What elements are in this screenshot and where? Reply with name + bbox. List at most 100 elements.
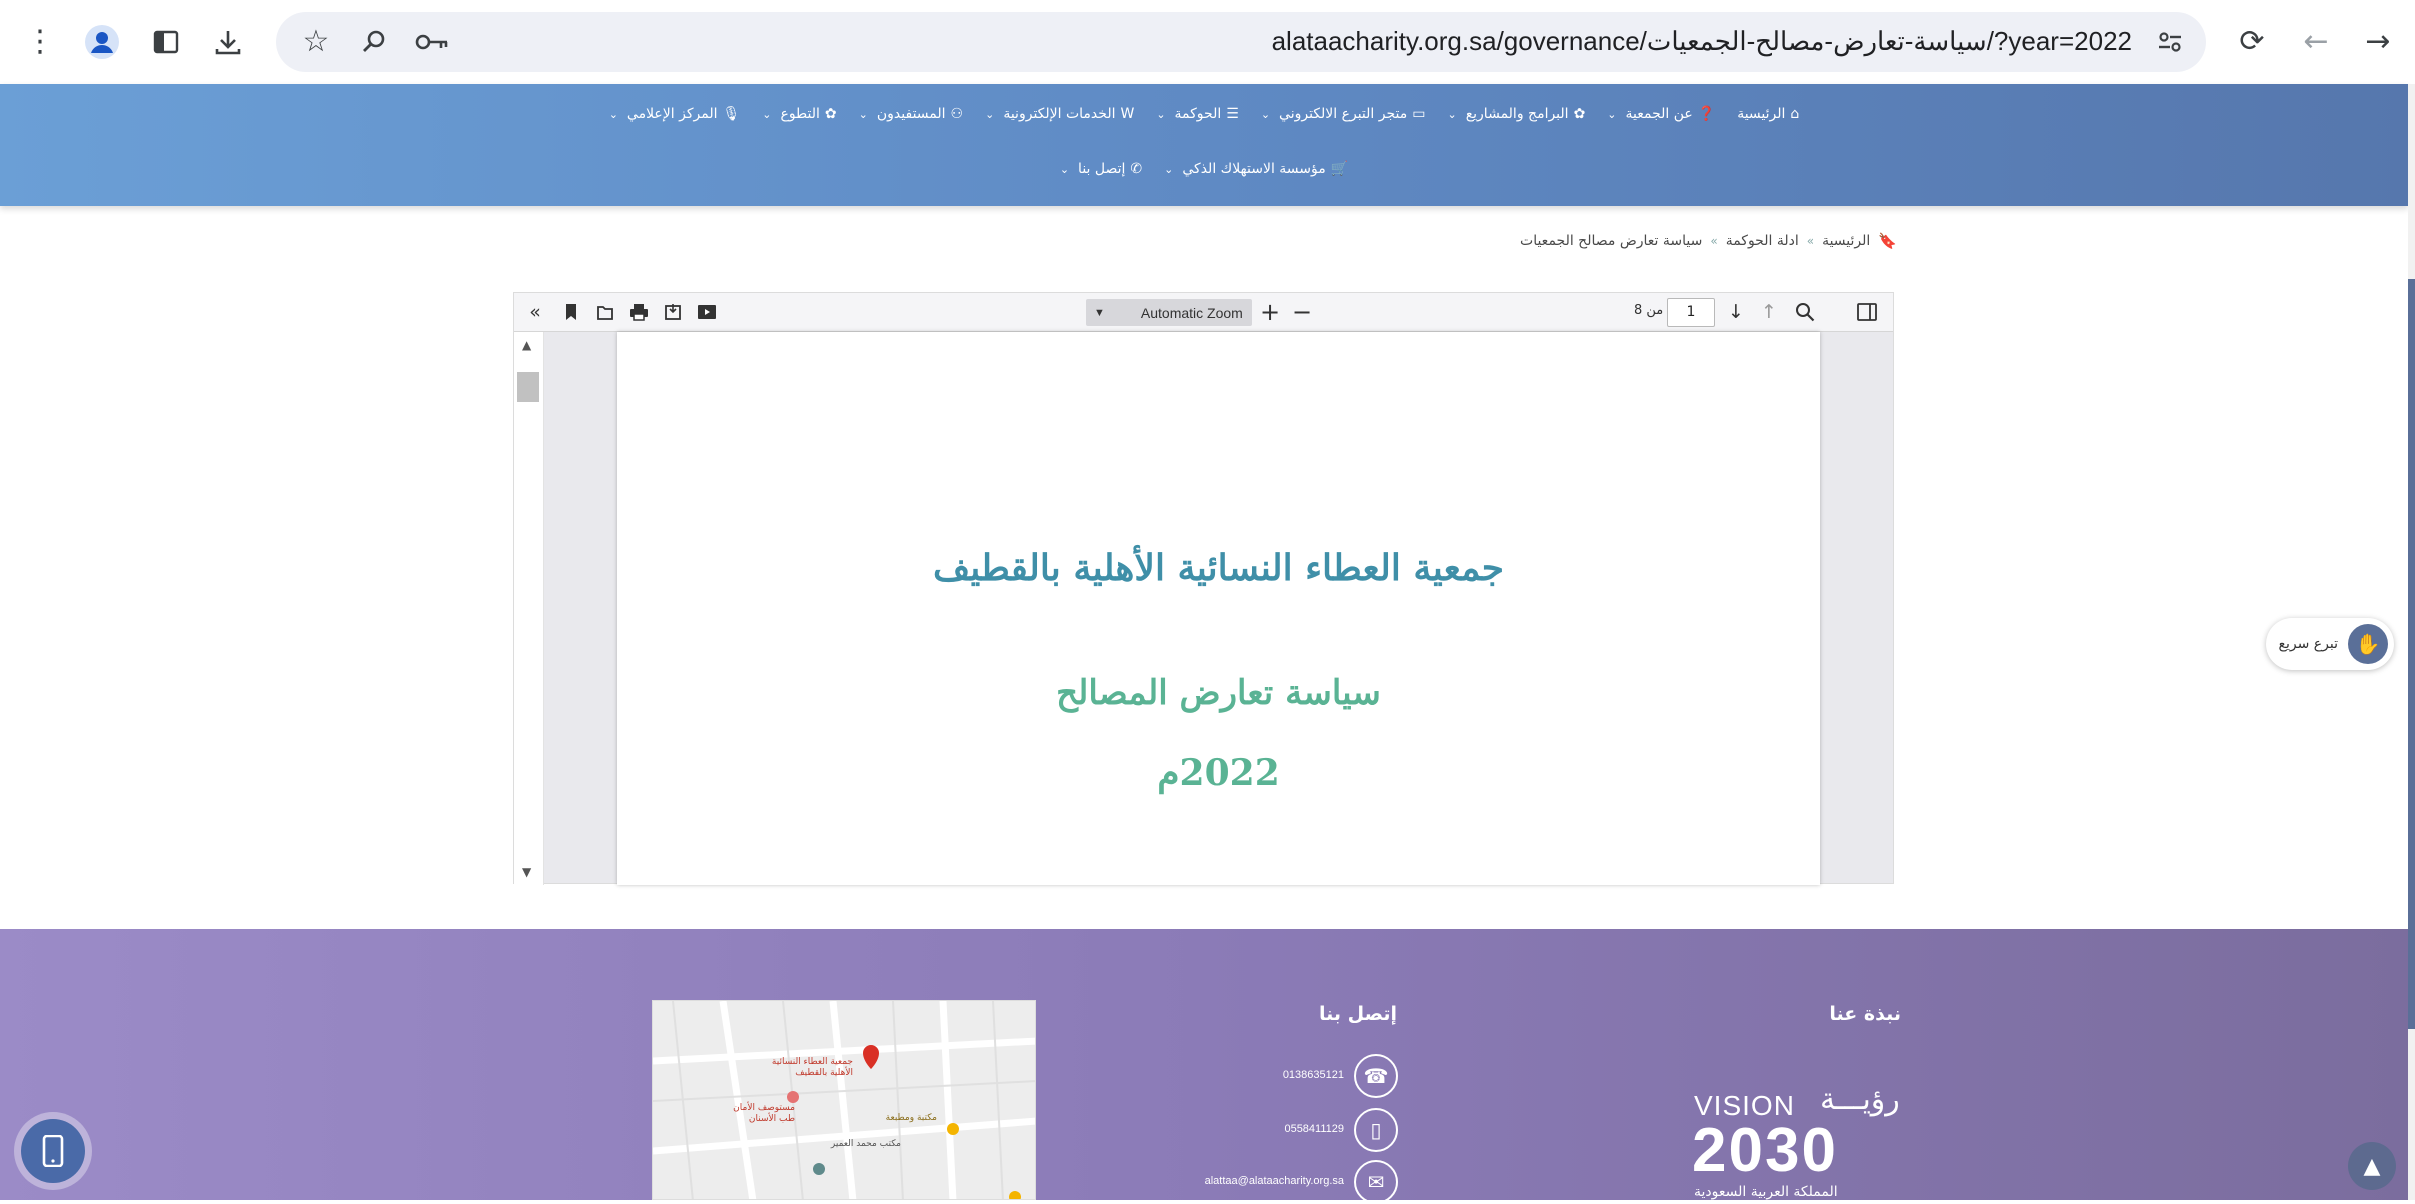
nav-item-label: البرامج والمشاريع [1465, 106, 1569, 122]
open-file-icon[interactable] [594, 299, 616, 325]
chevron-down-icon: ▼ [1094, 306, 1105, 319]
pdf-page: جمعية العطاء النسائية الأهلية بالقطيف سي… [617, 332, 1820, 885]
breadcrumb-current: سياسة تعارض مصالح الجمعيات [1520, 233, 1703, 249]
download-icon[interactable] [206, 20, 250, 64]
presentation-icon[interactable] [696, 299, 718, 325]
profile-icon[interactable] [80, 20, 124, 64]
page-scrollbar[interactable] [2408, 84, 2415, 1200]
phone-icon[interactable]: ☎ [1354, 1054, 1398, 1098]
reload-icon[interactable]: ⟳ [2230, 20, 2274, 64]
contact-value[interactable]: 0138635121 [1283, 1069, 1344, 1081]
footer-about-title: نبذة عنا [1829, 1003, 1901, 1025]
nav-item-label: المستفيدون [876, 106, 946, 122]
map-label: مكتب محمد العمير [830, 1139, 901, 1149]
nav-item-label: المركز الإعلامي [626, 106, 718, 122]
mic-icon: 🎙 [722, 106, 741, 122]
tools-expand-icon[interactable]: « [522, 299, 548, 325]
contact-value[interactable]: 0558411129 [1284, 1123, 1344, 1135]
map-graphic [653, 1001, 1035, 1199]
url-text[interactable]: alataacharity.org.sa/governance/سياسة-تع… [1272, 26, 2132, 57]
quick-donate-button[interactable]: ✋ تبرع سريع [2266, 618, 2394, 670]
sidebar-toggle-icon[interactable] [1854, 299, 1880, 325]
phone-icon: ✆ [1130, 161, 1143, 177]
nav-item-secondary-0[interactable]: 🛒 مؤسسة الاستهلاك الذكي ⌄ [1164, 161, 1348, 177]
breadcrumb-separator: » [1806, 234, 1815, 248]
contact-value[interactable]: alattaa@alataacharity.org.sa [1205, 1175, 1344, 1187]
breadcrumb-home[interactable]: الرئيسية [1822, 233, 1870, 249]
back-icon[interactable]: ← [2294, 20, 2338, 64]
nav-item-4[interactable]: ☰ الحوكمة ⌄ [1156, 106, 1238, 122]
map-label: مكتبة ومطبعة [885, 1113, 937, 1123]
vision-arabic: رؤيـــة [1820, 1082, 1900, 1117]
mobile-icon[interactable]: ▯ [1354, 1108, 1398, 1152]
home-icon: ⌂ [1790, 106, 1800, 122]
nav-item-7[interactable]: ✿ التطوع ⌄ [762, 106, 836, 122]
map-label: مستوصف الأمان طب الأسنان [733, 1103, 795, 1124]
scroll-top-button[interactable]: ▲ [2348, 1142, 2396, 1190]
location-map[interactable]: جمعية العطاء النسائية الأهلية بالقطيف مست… [652, 1000, 1036, 1200]
nav-item-0[interactable]: ⌂ الرئيسية [1737, 106, 1799, 122]
nav-item-2[interactable]: ✿ البرامج والمشاريع ⌄ [1447, 106, 1585, 122]
scrollbar-thumb[interactable] [517, 372, 539, 402]
pdf-toolbar: « ▼ Automatic Zoom + − من 8 1 ↓ ↑ [514, 293, 1893, 332]
doc-title: سياسة تعارض المصالح [1056, 673, 1381, 713]
password-key-icon[interactable] [410, 20, 454, 64]
map-label: جمعية العطاء النسائية الأهلية بالقطيف [771, 1057, 853, 1078]
donate-hand-icon: ✋ [2348, 624, 2388, 664]
chevron-down-icon: ⌄ [762, 107, 772, 121]
user-icon: ⚇ [950, 106, 964, 122]
chevron-down-icon: ⌄ [1059, 162, 1070, 176]
zoom-icon[interactable] [352, 20, 396, 64]
mobile-icon [21, 1119, 85, 1183]
more-vert-icon[interactable]: ⋮ [18, 20, 62, 64]
chevron-down-icon: ⌄ [858, 107, 868, 121]
save-icon[interactable] [662, 299, 684, 325]
chevron-down-icon: ⌄ [608, 107, 618, 121]
next-page-icon[interactable]: ↓ [1724, 299, 1748, 325]
bookmark-icon[interactable] [560, 299, 582, 325]
browser-toolbar: ⋮ ☆ alataacharity.org.sa/governance/سياس… [0, 0, 2415, 84]
forward-icon[interactable]: → [2356, 20, 2400, 64]
mail-icon[interactable]: ✉ [1354, 1160, 1398, 1204]
previous-page-icon[interactable]: ↑ [1757, 299, 1781, 325]
breadcrumb: 🔖 الرئيسية » ادلة الحوكمة » سياسة تعارض … [1520, 232, 1897, 250]
nav-row-main: ⌂ الرئيسية ❓ عن الجمعية ⌄ ✿ البرامج والمشاريع ⌄… [0, 106, 2408, 122]
chevron-down-icon: ⌄ [985, 107, 995, 121]
address-bar[interactable]: ☆ alataacharity.org.sa/governance/سياسة-… [276, 12, 2206, 72]
page-scrollbar-thumb[interactable] [2408, 279, 2415, 1029]
nav-item-3[interactable]: ▭ متجر التبرع الالكتروني ⌄ [1261, 106, 1426, 122]
vision-2030-logo: VISION رؤيـــة 2030 المملكة العربية السع… [1692, 1082, 1902, 1200]
list-icon: ☰ [1226, 106, 1239, 122]
pdf-scrollbar[interactable]: ▲ ▼ [514, 332, 544, 885]
site-settings-icon[interactable] [2148, 20, 2192, 64]
breadcrumb-separator: » [1710, 234, 1718, 248]
nav-item-label: الحوكمة [1174, 106, 1222, 122]
nav-item-6[interactable]: ⚇ المستفيدون ⌄ [859, 106, 963, 122]
side-panel-icon[interactable] [144, 20, 188, 64]
page-count: من 8 [1634, 303, 1664, 318]
nav-item-5[interactable]: W الخدمات الإلكترونية ⌄ [985, 106, 1134, 122]
chevron-down-icon: ⌄ [1447, 107, 1457, 121]
page-number-input[interactable]: 1 [1667, 298, 1715, 327]
zoom-out-icon[interactable]: − [1290, 298, 1314, 326]
card-icon: ▭ [1412, 106, 1426, 122]
print-icon[interactable] [628, 299, 650, 325]
zoom-in-icon[interactable]: + [1258, 298, 1282, 326]
mobile-app-button[interactable] [14, 1112, 92, 1190]
search-icon[interactable] [1792, 299, 1818, 325]
vision-caption: المملكة العربية السعودية [1694, 1184, 1838, 1200]
site-footer [0, 929, 2408, 1200]
quick-donate-label: تبرع سريع [2278, 636, 2338, 652]
nav-item-8[interactable]: 🎙 المركز الإعلامي ⌄ [609, 106, 741, 122]
volunteer-icon: ✿ [824, 106, 837, 122]
nav-item-secondary-1[interactable]: ✆ إتصل بنا ⌄ [1060, 161, 1142, 177]
zoom-select[interactable]: ▼ Automatic Zoom [1086, 299, 1252, 326]
breadcrumb-governance[interactable]: ادلة الحوكمة [1726, 233, 1799, 249]
scroll-up-icon[interactable]: ▲ [522, 338, 531, 352]
nav-item-1[interactable]: ❓ عن الجمعية ⌄ [1607, 106, 1715, 122]
programs-icon: ✿ [1573, 106, 1586, 122]
scroll-down-icon[interactable]: ▼ [522, 865, 531, 879]
vision-year: 2030 [1692, 1116, 1838, 1185]
star-icon[interactable]: ☆ [294, 20, 338, 64]
info-icon: ❓ [1697, 106, 1716, 122]
